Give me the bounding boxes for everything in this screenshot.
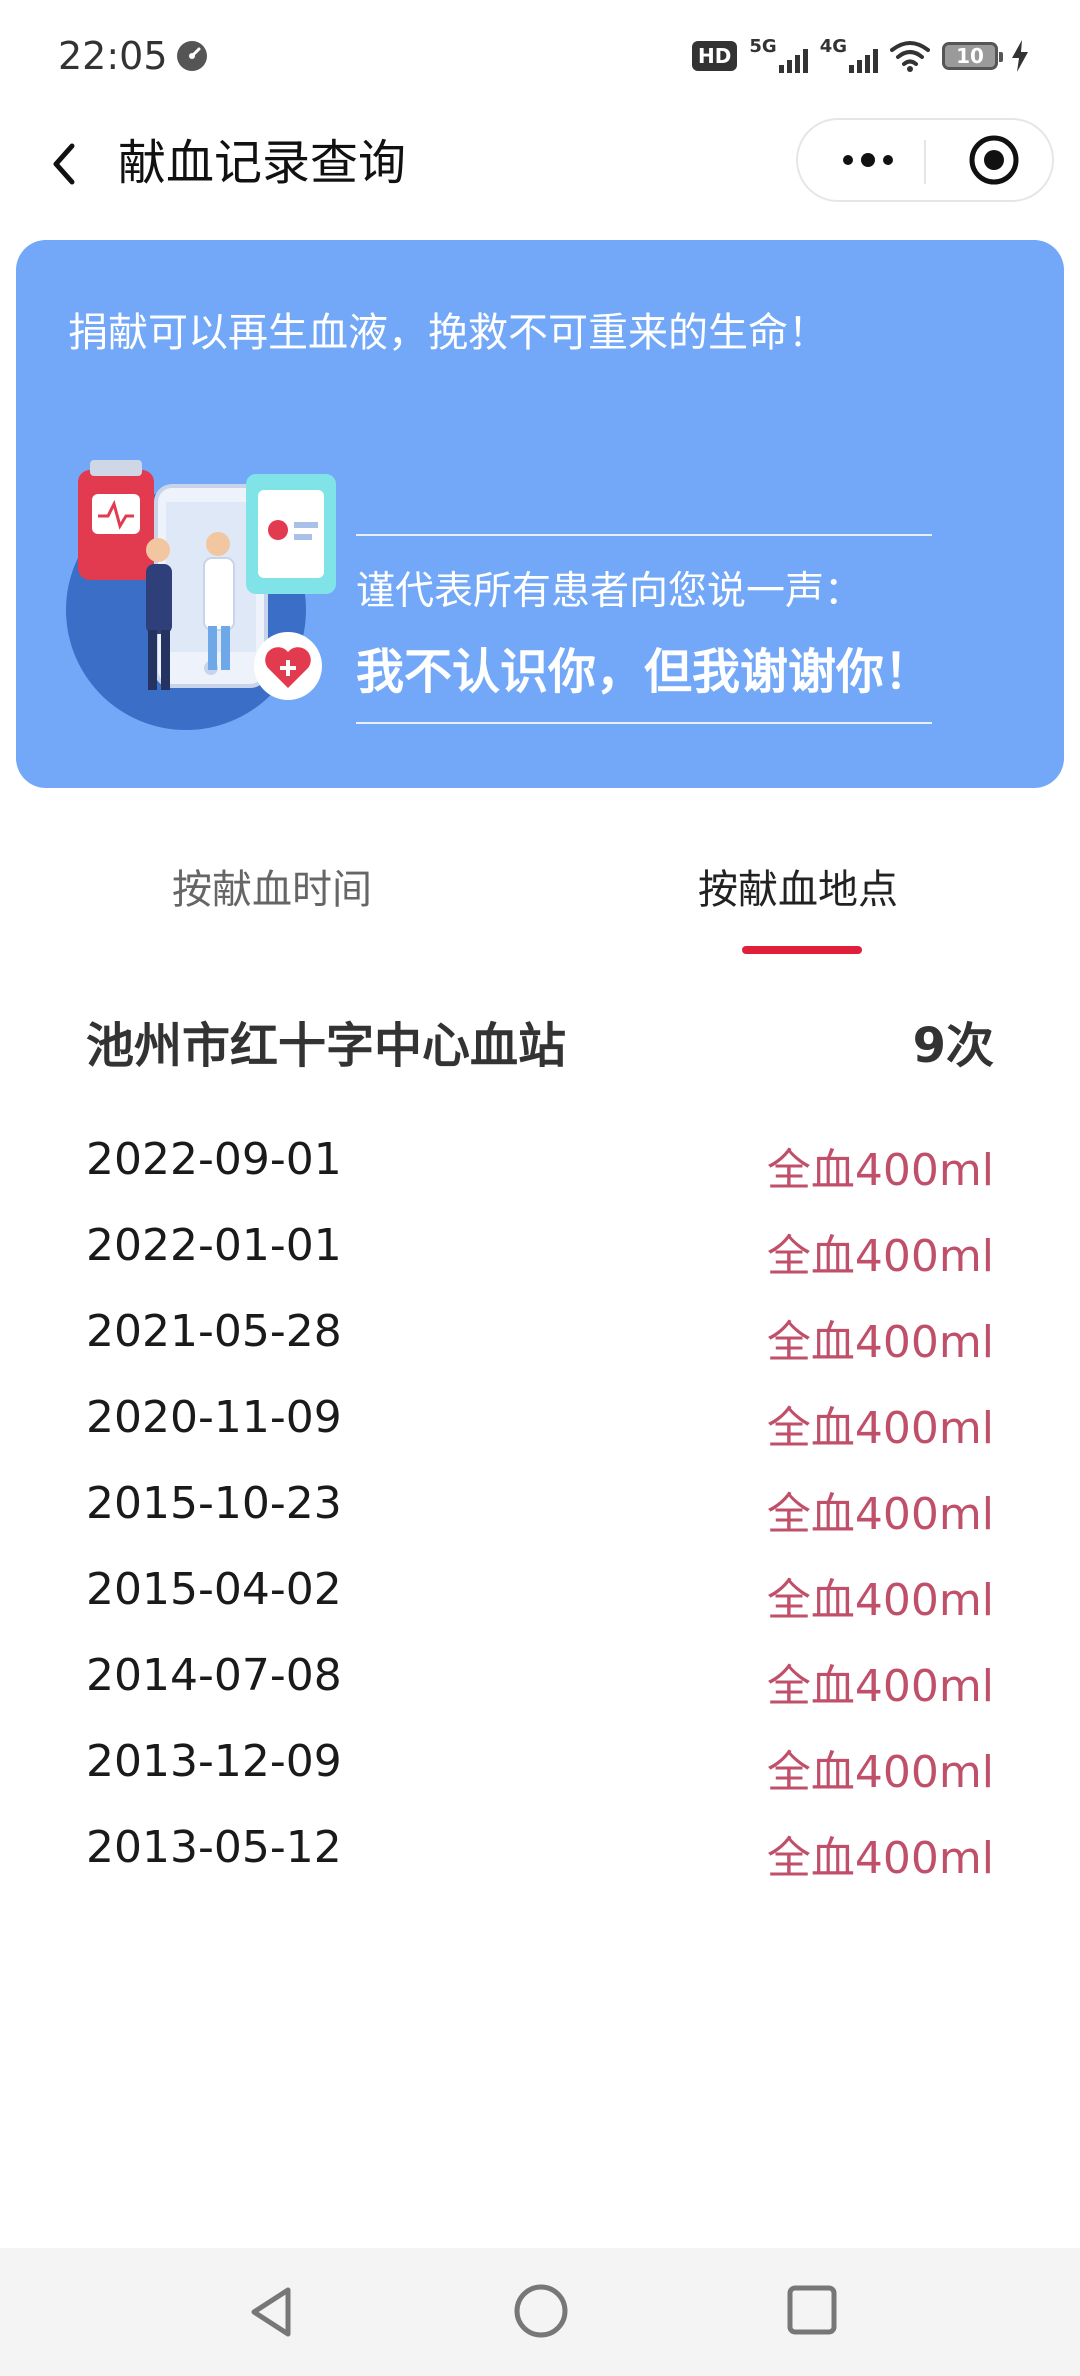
- list-item: 2014-07-08 全血400ml: [86, 1646, 994, 1732]
- record-amount: 全血400ml: [766, 1489, 994, 1540]
- list-item: 2013-12-09 全血400ml: [86, 1732, 994, 1818]
- battery-icon: 10: [942, 42, 1003, 70]
- record-amount: 全血400ml: [766, 1403, 994, 1454]
- list-item: 2015-04-02 全血400ml: [86, 1560, 994, 1646]
- banner-thanks-line1: 谨代表所有患者向您说一声：: [356, 569, 864, 614]
- station-header: 池州市红十字中心血站 9次: [86, 1006, 994, 1076]
- record-date: 2020-11-09: [86, 1392, 342, 1443]
- record-date: 2022-01-01: [86, 1220, 342, 1271]
- donation-count: 9次: [912, 1018, 994, 1074]
- list-item: 2022-09-01 全血400ml: [86, 1130, 994, 1216]
- signal-4g: 4G: [820, 38, 878, 73]
- hd-badge: HD: [692, 41, 738, 71]
- record-amount: 全血400ml: [766, 1747, 994, 1798]
- record-amount: 全血400ml: [766, 1575, 994, 1626]
- record-date: 2015-04-02: [86, 1564, 342, 1615]
- signal-bars-icon: [778, 45, 808, 73]
- record-date: 2013-12-09: [86, 1736, 342, 1787]
- tab-by-time[interactable]: 按献血时间: [172, 850, 372, 930]
- tab-bar: 按献血时间 按献血地点: [0, 850, 1080, 960]
- record-date: 2014-07-08: [86, 1650, 342, 1701]
- thanks-banner: 捐献可以再生血液，挽救不可重来的生命！ 谨代表所有患者向您说一声： 我不认识你，…: [16, 240, 1064, 788]
- status-bar: 22:05 HD 5G 4G 10: [0, 0, 1080, 112]
- list-item: 2022-01-01 全血400ml: [86, 1216, 994, 1302]
- record-amount: 全血400ml: [766, 1661, 994, 1712]
- banner-thanks-line2: 我不认识你，但我谢谢你！: [356, 644, 933, 700]
- banner-divider-top: [356, 534, 932, 536]
- active-tab-indicator: [742, 946, 862, 954]
- blood-donation-illustration: [66, 460, 336, 730]
- triangle-back-icon[interactable]: [244, 2282, 298, 2342]
- close-button[interactable]: [944, 120, 1044, 200]
- status-time: 22:05: [58, 34, 168, 78]
- target-close-icon: [969, 135, 1019, 185]
- banner-slogan: 捐献可以再生血液，挽救不可重来的生命！: [68, 310, 828, 356]
- tab-by-place[interactable]: 按献血地点: [698, 850, 898, 930]
- square-recent-icon[interactable]: [784, 2282, 840, 2338]
- circle-home-icon[interactable]: [512, 2282, 570, 2340]
- list-item: 2013-05-12 全血400ml: [86, 1818, 994, 1904]
- record-amount: 全血400ml: [766, 1833, 994, 1884]
- list-item: 2015-10-23 全血400ml: [86, 1474, 994, 1560]
- page: 22:05 HD 5G 4G 10 献血记录查询 捐献可以再生血液，挽救不可重来…: [0, 0, 1080, 2376]
- signal-bars-icon: [849, 45, 878, 73]
- charging-bolt-icon: [1012, 40, 1028, 72]
- station-name: 池州市红十字中心血站: [86, 1018, 567, 1074]
- record-date: 2021-05-28: [86, 1306, 342, 1357]
- banner-divider-bottom: [356, 722, 932, 724]
- more-dots-icon: [843, 153, 893, 167]
- record-amount: 全血400ml: [766, 1317, 994, 1368]
- donation-records-list: 2022-09-01 全血400ml 2022-01-01 全血400ml 20…: [86, 1130, 994, 1904]
- list-item: 2020-11-09 全血400ml: [86, 1388, 994, 1474]
- more-button[interactable]: [818, 120, 918, 200]
- back-button[interactable]: [36, 134, 96, 194]
- status-indicators: HD 5G 4G 10: [692, 36, 1030, 76]
- system-nav-bar: [0, 2248, 1080, 2376]
- notification-gauge-icon: [177, 41, 207, 71]
- capsule-divider: [924, 140, 926, 184]
- list-item: 2021-05-28 全血400ml: [86, 1302, 994, 1388]
- record-date: 2015-10-23: [86, 1478, 342, 1529]
- record-amount: 全血400ml: [766, 1231, 994, 1282]
- signal-5g: 5G: [749, 38, 808, 73]
- record-date: 2013-05-12: [86, 1822, 342, 1873]
- record-amount: 全血400ml: [766, 1145, 994, 1196]
- mini-program-capsule: [796, 118, 1054, 202]
- nav-bar: 献血记录查询: [0, 112, 1080, 212]
- record-date: 2022-09-01: [86, 1134, 342, 1185]
- wifi-icon: [890, 41, 930, 72]
- page-title: 献血记录查询: [118, 135, 407, 191]
